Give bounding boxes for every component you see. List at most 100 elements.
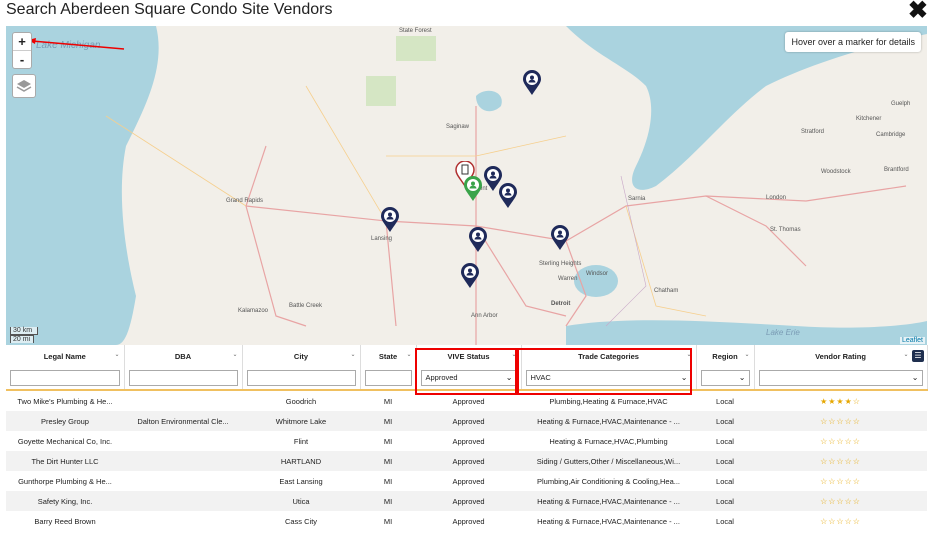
place-label: Cambridge	[876, 132, 906, 138]
cell-city: Goodrich	[285, 396, 317, 406]
cell-city: HARTLAND	[242, 451, 360, 471]
cell-city: Cass City	[284, 516, 318, 526]
cell-trades: Siding / Gutters,Other / Miscellaneous,W…	[521, 451, 696, 471]
vendor-map[interactable]: Lake Michigan Lake Erie Grand Rapids Lan…	[6, 26, 927, 345]
cell-region: Local	[716, 436, 734, 446]
rating-stars: ☆☆☆☆☆	[820, 476, 861, 486]
chevron-down-icon[interactable]: ⌄	[232, 351, 237, 358]
cell-state: MI	[383, 396, 393, 406]
col-legal-name[interactable]: Legal Name ⌄	[6, 345, 125, 367]
chevron-down-icon[interactable]: ⌄	[903, 351, 908, 358]
col-dba[interactable]: DBA ⌄	[124, 345, 243, 367]
cell-city: Whitmore Lake	[242, 411, 360, 431]
table-row[interactable]: The Dirt Hunter LLC HARTLAND MI Approved Sid…	[6, 451, 927, 471]
cell-dba	[124, 390, 242, 411]
vendor-marker-selected[interactable]	[463, 176, 483, 202]
cell-dba	[124, 511, 242, 531]
place-label: Brantford	[884, 167, 909, 173]
table-row[interactable]: Presley Group Dalton Environmental Cle...…	[6, 411, 927, 431]
chevron-down-icon[interactable]: ⌄	[114, 351, 119, 358]
zoom-out-button[interactable]: -	[13, 50, 31, 68]
place-label: Windsor	[586, 271, 609, 277]
vendor-marker[interactable]	[498, 183, 518, 209]
rating-stars: ☆☆☆☆☆	[754, 491, 927, 511]
vendor-marker[interactable]	[550, 225, 570, 251]
cell-dba	[124, 451, 242, 471]
col-state[interactable]: State ⌄	[360, 345, 417, 367]
place-label: London	[766, 195, 787, 201]
place-label: Guelph	[891, 101, 911, 107]
lake-erie-label: Lake Erie	[766, 328, 800, 337]
city-filter[interactable]	[246, 370, 356, 386]
rating-stars: ★★★★☆	[820, 396, 861, 406]
cell-status: Approved	[452, 476, 485, 486]
scale-km: 30 km	[10, 327, 38, 335]
vendor-marker[interactable]	[468, 227, 488, 253]
region-select[interactable]: ⌄	[700, 370, 750, 386]
chevron-down-icon[interactable]: ⌄	[406, 351, 411, 358]
vendor-marker[interactable]	[380, 207, 400, 233]
cell-trades: Heating & Furnace,HVAC,Maintenance - ...	[521, 411, 696, 431]
cell-state: MI	[360, 491, 416, 511]
layers-button[interactable]	[12, 74, 36, 98]
cell-trades: Heating & Furnace,HVAC,Maintenance - ...	[537, 516, 680, 526]
chevron-down-icon[interactable]: ⌄	[744, 351, 749, 358]
cell-region: Local	[696, 411, 754, 431]
place-label: Saginaw	[446, 124, 470, 130]
col-vendor-rating[interactable]: Vendor Rating ⌄	[754, 345, 928, 367]
layers-icon	[16, 80, 32, 92]
arrow-annotation	[28, 38, 125, 50]
cell-dba: Dalton Environmental Cle...	[124, 411, 242, 431]
table-row[interactable]: Gunthorpe Plumbing & He... East Lansing MI…	[6, 471, 927, 491]
legal-name-filter[interactable]	[10, 370, 120, 386]
table-row[interactable]: Safety King, Inc. Utica MI Approved Heating …	[6, 491, 927, 511]
zoom-in-button[interactable]: +	[13, 33, 31, 50]
chevron-down-icon: ⌄	[911, 373, 919, 382]
close-icon[interactable]: ✖	[908, 0, 928, 25]
scale-mi: 20 mi	[10, 335, 34, 343]
chevron-down-icon[interactable]: ⌄	[350, 351, 355, 358]
place-label: Lansing	[371, 236, 393, 242]
cell-city: East Lansing	[279, 476, 323, 486]
place-label: Battle Creek	[289, 303, 323, 309]
cell-city: Flint	[293, 436, 309, 446]
cell-region: Local	[716, 396, 734, 406]
cell-status: Approved	[416, 451, 521, 471]
place-label: St. Thomas	[770, 227, 801, 233]
cell-legal-name: Gunthorpe Plumbing & He...	[18, 476, 112, 486]
rating-stars: ☆☆☆☆☆	[820, 516, 861, 526]
cell-status: Approved	[416, 411, 521, 431]
place-label: Detroit	[551, 301, 571, 307]
place-label: Sarnia	[628, 196, 646, 202]
dba-filter[interactable]	[128, 370, 238, 386]
cell-trades: Heating & Furnace,HVAC,Maintenance - ...	[521, 491, 696, 511]
place-label: Ann Arbor	[471, 313, 498, 319]
cell-region: Local	[696, 491, 754, 511]
cell-dba	[124, 431, 242, 451]
vendor-marker[interactable]	[460, 263, 480, 289]
table-row[interactable]: Goyette Mechanical Co, Inc. Flint MI Approv…	[6, 431, 927, 451]
vendor-marker[interactable]	[522, 70, 542, 96]
rating-stars: ☆☆☆☆☆	[754, 451, 927, 471]
cell-status: Approved	[452, 516, 485, 526]
rating-stars: ☆☆☆☆☆	[820, 436, 861, 446]
place-label: Sterling Heights	[539, 261, 582, 267]
cell-legal-name: Presley Group	[6, 411, 124, 431]
col-city[interactable]: City ⌄	[242, 345, 361, 367]
place-label: Grand Rapids	[226, 198, 264, 204]
vendor-rating-select[interactable]: ⌄	[758, 370, 923, 386]
cell-legal-name: Safety King, Inc.	[6, 491, 124, 511]
cell-region: Local	[716, 476, 734, 486]
place-label: Chatham	[654, 288, 679, 294]
cell-state: MI	[360, 451, 416, 471]
cell-city: Utica	[242, 491, 360, 511]
table-row[interactable]: Barry Reed Brown Cass City MI Approved Heati…	[6, 511, 927, 531]
hover-hint: Hover over a marker for details	[785, 32, 921, 52]
chevron-down-icon: ⌄	[738, 373, 746, 382]
cell-region: Local	[696, 451, 754, 471]
state-filter[interactable]	[364, 370, 412, 386]
leaflet-attribution[interactable]: Leaflet	[899, 337, 925, 344]
col-region[interactable]: Region ⌄	[696, 345, 755, 367]
cell-status: Approved	[452, 436, 485, 446]
column-menu-button[interactable]: ☰	[912, 350, 924, 362]
